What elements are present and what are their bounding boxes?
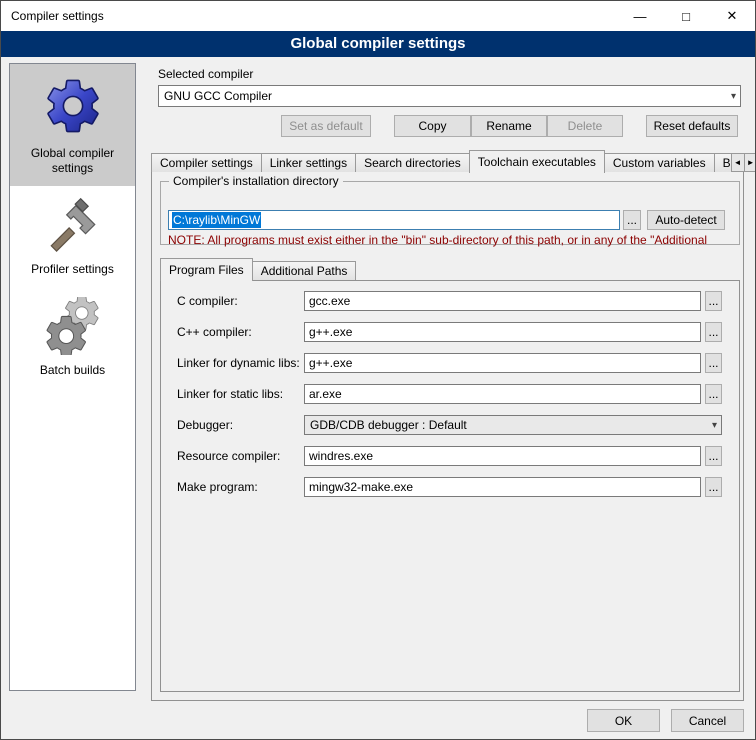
reset-defaults-button[interactable]: Reset defaults xyxy=(646,115,738,137)
field-label: C++ compiler: xyxy=(177,325,252,339)
tab-custom-variables[interactable]: Custom variables xyxy=(604,153,715,172)
debugger-value: GDB/CDB debugger : Default xyxy=(310,418,708,432)
selected-compiler-label: Selected compiler xyxy=(158,67,253,81)
set-as-default-button: Set as default xyxy=(281,115,371,137)
subtab-program-files[interactable]: Program Files xyxy=(160,258,253,281)
toolchain-field-row: C compiler: ... xyxy=(161,291,739,311)
browse-button[interactable]: ... xyxy=(705,291,722,311)
browse-button[interactable]: ... xyxy=(705,322,722,342)
tab-search-directories[interactable]: Search directories xyxy=(355,153,470,172)
window-controls: — □ ✕ xyxy=(617,1,755,31)
ok-button[interactable]: OK xyxy=(587,709,660,732)
static-linker-input[interactable] xyxy=(304,384,701,404)
titlebar[interactable]: Compiler settings — □ ✕ xyxy=(1,1,755,31)
dialog-body: Global compiler settings Profiler settin… xyxy=(1,57,755,739)
cpp-compiler-input[interactable] xyxy=(304,322,701,342)
toolchain-subtabstrip: Program Files Additional Paths xyxy=(160,258,740,280)
installation-directory-input[interactable]: C:\raylib\MinGW xyxy=(168,210,620,230)
field-label: Linker for dynamic libs: xyxy=(177,356,300,370)
field-label: Debugger: xyxy=(177,418,233,432)
sidebar-item-label: Global compiler settings xyxy=(13,146,132,176)
close-button[interactable]: ✕ xyxy=(709,1,755,31)
installation-directory-group-title: Compiler's installation directory xyxy=(169,174,343,188)
make-program-input[interactable] xyxy=(304,477,701,497)
browse-button[interactable]: ... xyxy=(705,384,722,404)
copy-button[interactable]: Copy xyxy=(394,115,471,137)
toolchain-field-row: Resource compiler: ... xyxy=(161,446,739,466)
tab-linker-settings[interactable]: Linker settings xyxy=(261,153,356,172)
installation-directory-group: Compiler's installation directory C:\ray… xyxy=(160,181,740,245)
subtab-additional-paths[interactable]: Additional Paths xyxy=(252,261,357,280)
main-content: Selected compiler GNU GCC Compiler ▾ Set… xyxy=(146,57,749,740)
debugger-dropdown[interactable]: GDB/CDB debugger : Default ▾ xyxy=(304,415,722,435)
compiler-settings-window: Compiler settings — □ ✕ Global compiler … xyxy=(0,0,756,740)
delete-button: Delete xyxy=(547,115,623,137)
close-icon: ✕ xyxy=(727,8,738,24)
browse-directory-button[interactable]: ... xyxy=(623,210,641,230)
chevron-down-icon: ▾ xyxy=(731,91,736,102)
scroll-left-icon: ◄ xyxy=(734,158,742,167)
toolchain-executables-panel: Compiler's installation directory C:\ray… xyxy=(151,171,744,701)
field-label: Resource compiler: xyxy=(177,449,280,463)
field-label: Make program: xyxy=(177,480,258,494)
field-label: C compiler: xyxy=(177,294,238,308)
tab-build[interactable]: Build xyxy=(714,153,732,172)
field-label: Linker for static libs: xyxy=(177,387,283,401)
installation-directory-selected-text: C:\raylib\MinGW xyxy=(172,212,261,228)
resource-compiler-input[interactable] xyxy=(304,446,701,466)
auto-detect-button[interactable]: Auto-detect xyxy=(647,210,725,230)
minimize-button[interactable]: — xyxy=(617,1,663,31)
sidebar-item-global-compiler-settings[interactable]: Global compiler settings xyxy=(10,64,135,186)
selected-compiler-dropdown[interactable]: GNU GCC Compiler ▾ xyxy=(158,85,741,107)
bin-subdirectory-note: NOTE: All programs must exist either in … xyxy=(168,233,740,247)
dynamic-linker-input[interactable] xyxy=(304,353,701,373)
cancel-button[interactable]: Cancel xyxy=(671,709,744,732)
chevron-down-icon: ▾ xyxy=(712,420,717,431)
maximize-button[interactable]: □ xyxy=(663,1,709,31)
toolchain-field-row: Make program: ... xyxy=(161,477,739,497)
blue-gear-icon xyxy=(41,74,105,138)
page-title: Global compiler settings xyxy=(1,31,755,57)
tab-compiler-settings[interactable]: Compiler settings xyxy=(151,153,262,172)
scroll-right-icon: ► xyxy=(747,158,755,167)
gray-gears-icon xyxy=(44,297,102,355)
toolchain-field-row: Debugger: GDB/CDB debugger : Default ▾ xyxy=(161,415,739,435)
profiler-tool-icon xyxy=(44,196,102,254)
browse-button[interactable]: ... xyxy=(705,477,722,497)
browse-button[interactable]: ... xyxy=(705,353,722,373)
toolchain-field-row: Linker for static libs: ... xyxy=(161,384,739,404)
program-files-panel: C compiler: ... C++ compiler: ... Linker… xyxy=(160,280,740,692)
c-compiler-input[interactable] xyxy=(304,291,701,311)
toolchain-field-row: C++ compiler: ... xyxy=(161,322,739,342)
window-title: Compiler settings xyxy=(11,9,104,23)
sidebar-item-label: Profiler settings xyxy=(31,262,114,277)
sidebar-item-profiler-settings[interactable]: Profiler settings xyxy=(10,186,135,287)
tab-toolchain-executables[interactable]: Toolchain executables xyxy=(469,150,605,173)
tab-scroll-right-button[interactable]: ► xyxy=(744,153,756,172)
toolchain-field-row: Linker for dynamic libs: ... xyxy=(161,353,739,373)
settings-tabstrip: Compiler settings Linker settings Search… xyxy=(151,149,749,172)
maximize-icon: □ xyxy=(682,9,690,24)
minimize-icon: — xyxy=(634,9,647,24)
selected-compiler-value: GNU GCC Compiler xyxy=(164,89,727,103)
settings-category-list: Global compiler settings Profiler settin… xyxy=(9,63,136,691)
sidebar-item-label: Batch builds xyxy=(40,363,105,378)
sidebar-item-batch-builds[interactable]: Batch builds xyxy=(10,287,135,388)
rename-button[interactable]: Rename xyxy=(471,115,547,137)
browse-button[interactable]: ... xyxy=(705,446,722,466)
tab-scroll-left-button[interactable]: ◄ xyxy=(731,153,745,172)
